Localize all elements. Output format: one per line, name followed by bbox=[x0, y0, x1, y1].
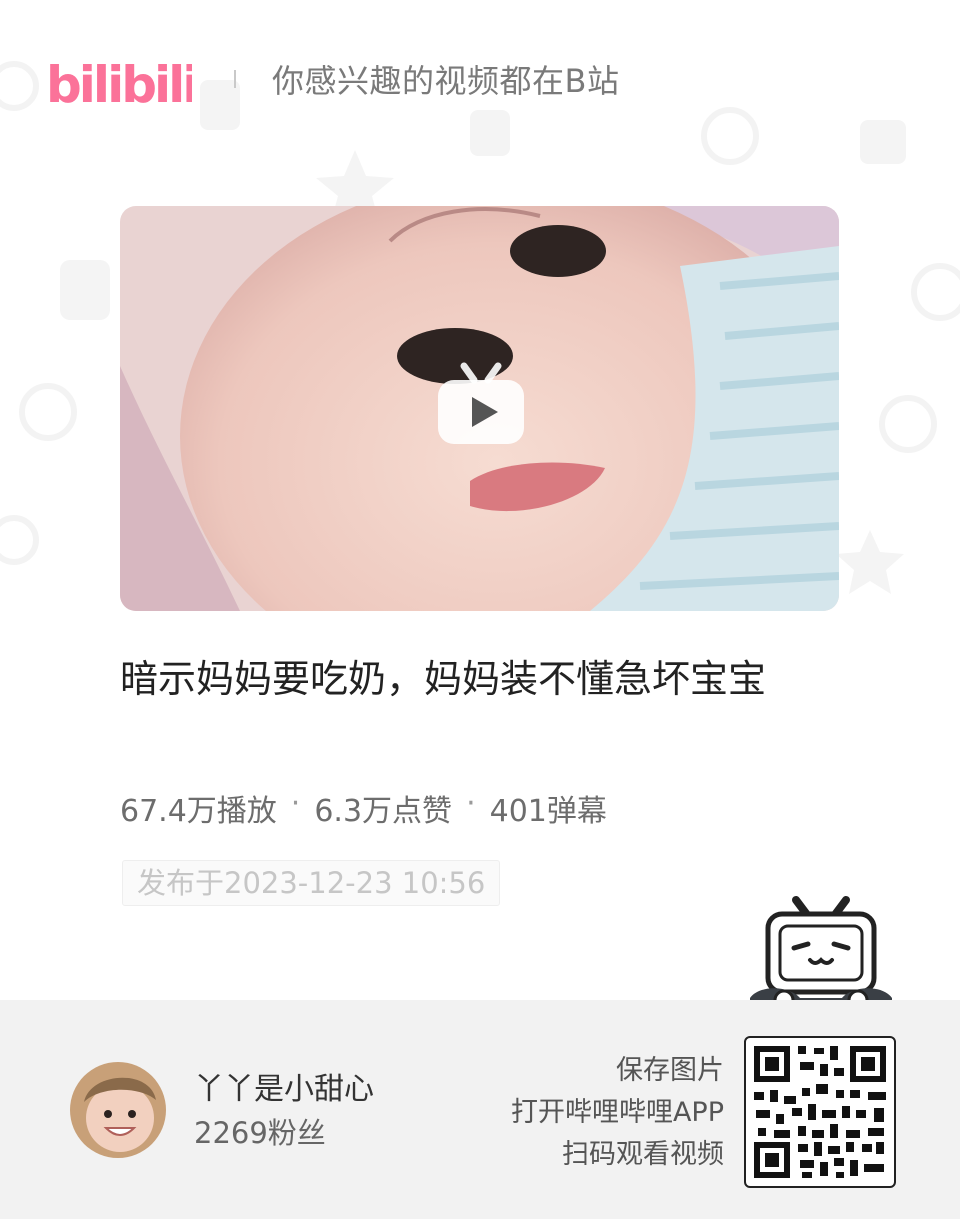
fan-count: 2269粉丝 bbox=[194, 1116, 326, 1150]
qr-code bbox=[744, 1036, 896, 1188]
stats-separator: · bbox=[290, 786, 301, 821]
view-count: 67.4万播放 bbox=[120, 794, 277, 829]
avatar[interactable] bbox=[70, 1062, 166, 1158]
bilibili-logo: bilibili bbox=[46, 56, 192, 114]
slogan-text: 你感兴趣的视频都在B站 bbox=[272, 62, 620, 100]
header-divider bbox=[234, 70, 236, 88]
like-count: 6.3万点赞 bbox=[314, 794, 453, 829]
share-footer: 丫丫是小甜心 2269粉丝 保存图片 打开哔哩哔哩APP 扫码观看视频 bbox=[0, 1000, 960, 1219]
danmaku-count: 401弹幕 bbox=[489, 794, 607, 829]
video-stats: 67.4万播放 · 6.3万点赞 · 401弹幕 bbox=[120, 786, 607, 830]
qr-instruction-line: 扫码观看视频 bbox=[562, 1139, 724, 1170]
author-name[interactable]: 丫丫是小甜心 bbox=[194, 1064, 374, 1108]
publish-time: 发布于2023-12-23 10:56 bbox=[122, 860, 501, 906]
qr-instruction-line: 打开哔哩哔哩APP bbox=[510, 1097, 724, 1128]
play-icon[interactable] bbox=[436, 362, 526, 448]
avatar-image bbox=[70, 1062, 166, 1158]
qr-code-pattern bbox=[754, 1046, 886, 1178]
svg-text:bilibili: bilibili bbox=[46, 56, 192, 114]
bilibili-tv-mascot-icon bbox=[750, 896, 892, 1016]
stats-separator: · bbox=[466, 786, 476, 821]
qr-instructions: 保存图片 打开哔哩哔哩APP 扫码观看视频 bbox=[511, 1050, 724, 1176]
qr-instruction-line: 保存图片 bbox=[616, 1055, 724, 1086]
brand-header: bilibili 你感兴趣的视频都在B站 bbox=[44, 44, 619, 114]
video-title: 暗示妈妈要吃奶，妈妈装不懂急坏宝宝 bbox=[120, 657, 767, 701]
video-thumbnail[interactable] bbox=[120, 206, 839, 611]
